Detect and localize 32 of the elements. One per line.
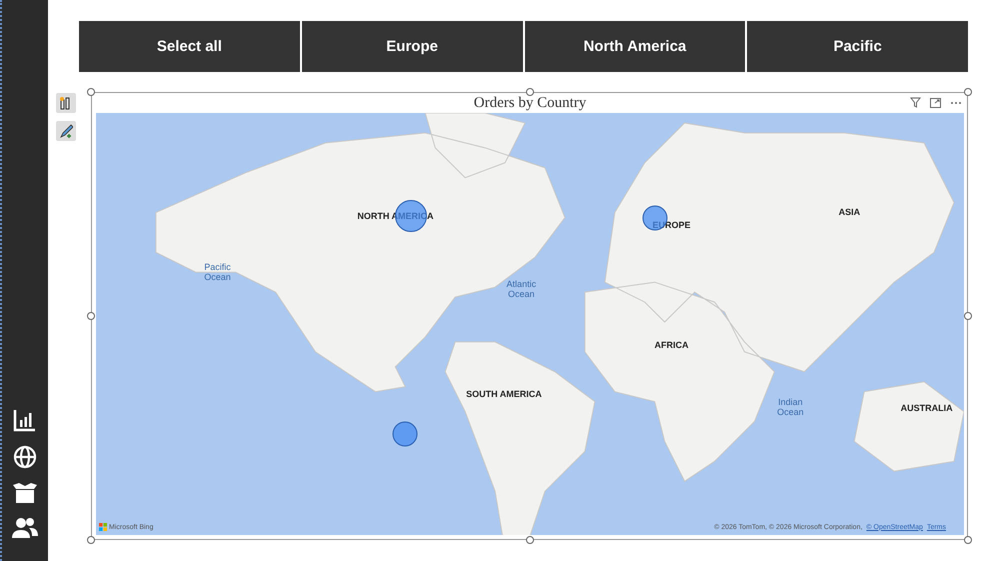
map-label: Atlantic Ocean xyxy=(506,280,536,300)
resize-handle[interactable] xyxy=(964,312,972,320)
filter-icon[interactable] xyxy=(910,97,921,108)
map-label: ASIA xyxy=(838,207,860,218)
resize-handle[interactable] xyxy=(964,536,972,544)
map-label: Pacific Ocean xyxy=(204,263,231,284)
chart-format-button[interactable] xyxy=(56,93,76,113)
windows-logo-icon xyxy=(99,523,107,531)
brush-icon xyxy=(59,124,73,138)
slicer-button[interactable]: Select all xyxy=(79,21,300,72)
map-label: AFRICA xyxy=(654,340,688,350)
map-label: AUSTRALIA xyxy=(900,403,953,414)
more-options-icon[interactable] xyxy=(950,100,962,104)
box-icon[interactable] xyxy=(12,482,38,504)
globe-icon[interactable] xyxy=(13,445,37,469)
resize-handle[interactable] xyxy=(526,88,534,96)
map-label: SOUTH AMERICA xyxy=(466,389,542,400)
brush-add-button[interactable] xyxy=(56,121,76,141)
slicer-button[interactable]: Europe xyxy=(302,21,522,72)
map-bubble[interactable] xyxy=(392,421,418,446)
people-icon[interactable] xyxy=(12,517,38,539)
slicer-button[interactable]: Pacific xyxy=(747,21,968,72)
resize-handle[interactable] xyxy=(964,88,972,96)
resize-handle[interactable] xyxy=(87,536,95,544)
slicer-button[interactable]: North America xyxy=(524,21,746,72)
resize-handle[interactable] xyxy=(87,88,95,96)
resize-handle[interactable] xyxy=(526,536,534,544)
visual-title: Orders by Country xyxy=(474,94,586,112)
resize-handle[interactable] xyxy=(87,312,95,320)
map-label: Indian Ocean xyxy=(777,398,804,418)
focus-mode-icon[interactable] xyxy=(930,98,941,108)
bar-chart-icon[interactable] xyxy=(13,408,37,432)
